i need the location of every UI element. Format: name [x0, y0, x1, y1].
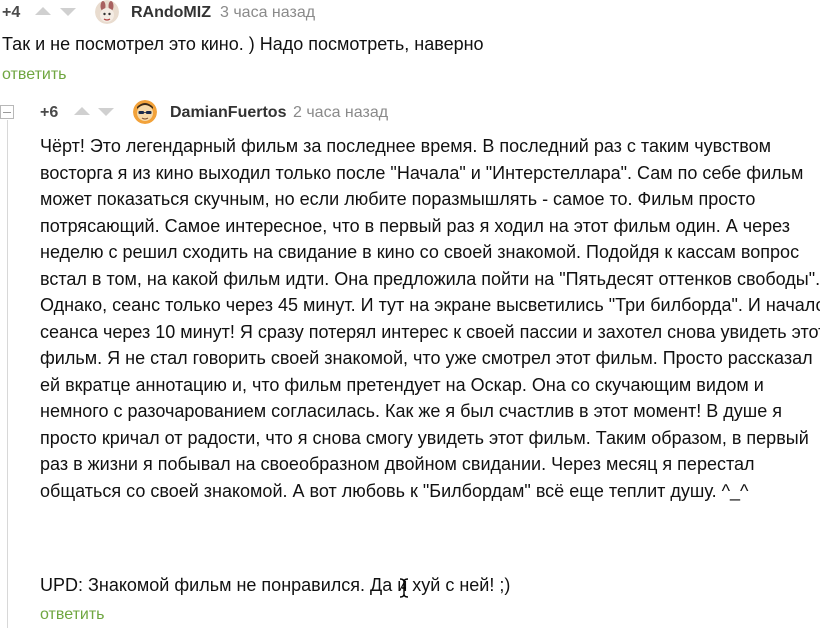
comment-text: Так и не посмотрел это кино. ) Надо посм… [2, 34, 484, 54]
comment-line: сеанса через 10 минут! Я сразу потерял и… [40, 321, 820, 342]
comment-line: фильм. Я не стал говорить своей знакомой… [40, 348, 813, 368]
comment-line: встал в том, на какой фильм идти. Она пр… [40, 268, 820, 289]
comment-upd-text: UPD: Знакомой фильм не понравился. Да и … [40, 575, 511, 595]
arrow-up-icon[interactable] [35, 7, 51, 15]
comment-username[interactable]: DamianFuertos [170, 104, 286, 122]
avatar-sunglasses-icon [133, 100, 157, 124]
comment-time[interactable]: 3 часа назад [220, 4, 315, 22]
avatar[interactable] [133, 100, 157, 124]
reply-link[interactable]: ответить [40, 606, 105, 624]
comment-line: может показаться скучным, но если любите… [40, 189, 756, 209]
collapse-icon[interactable] [0, 105, 14, 119]
reply-link[interactable]: ответить [2, 66, 67, 84]
comment-time[interactable]: 2 часа назад [293, 104, 388, 122]
arrow-down-icon[interactable] [60, 8, 76, 16]
avatar[interactable] [95, 0, 119, 24]
comment-line: восторга я из кино выходил только после … [40, 162, 804, 183]
comment-line: неделю с решил сходить на свидание в кин… [40, 242, 800, 262]
comment-line: немного с разочарованием согласилась. Ка… [40, 401, 782, 421]
comment-line: Чёрт! Это легендарный фильм за последнее… [40, 136, 771, 156]
arrow-up-icon[interactable] [74, 107, 90, 115]
comment-line: раз в жизни я побывал на своеобразном дв… [40, 454, 755, 474]
comment-line: общаться со своей знакомой. А вот любовь… [40, 480, 749, 501]
comment-line: просто кричал от радости, что я снова см… [40, 427, 809, 448]
avatar-bunny-icon [95, 0, 119, 24]
comment-line: Однако, сеанс только через 45 минут. И т… [40, 295, 820, 315]
arrow-down-icon[interactable] [98, 108, 114, 116]
thread-line[interactable] [7, 120, 8, 628]
text-cursor-icon [399, 578, 409, 598]
comment-line: ей вкратце аннотацию и, что фильм претен… [40, 374, 764, 395]
comment-username[interactable]: RAndoMIZ [131, 4, 211, 22]
comment-line: потрясающий. Самое интересное, что в пер… [40, 215, 791, 236]
comment-body: Чёрт! Это легендарный фильм за последнее… [40, 133, 820, 504]
comment-rating: +4 [2, 4, 21, 21]
comment-rating: +6 [40, 104, 59, 121]
